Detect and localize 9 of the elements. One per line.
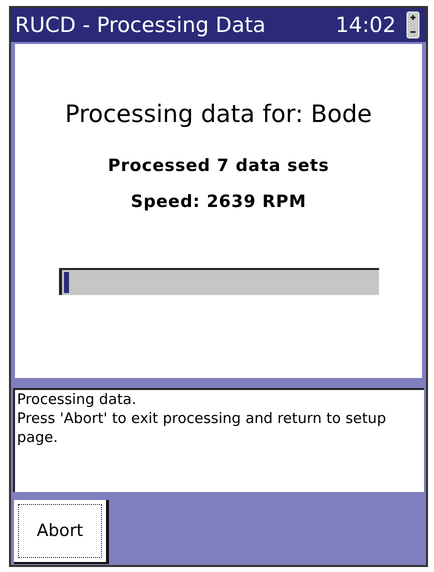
message-text: Processing data. [17,391,138,410]
window-title: RUCD - Processing Data [15,13,267,37]
message-text: Press 'Abort' to exit processing and return to setup page. [17,410,388,448]
processing-heading: Processing data for: Bode [65,100,372,128]
abort-button[interactable]: Abort [14,500,109,564]
battery-icon [406,11,420,39]
status-text: Speed: 2639 RPM [130,192,306,212]
clock-time: 14:02 [335,13,396,37]
status-text: Processed 7 data sets [108,156,330,176]
